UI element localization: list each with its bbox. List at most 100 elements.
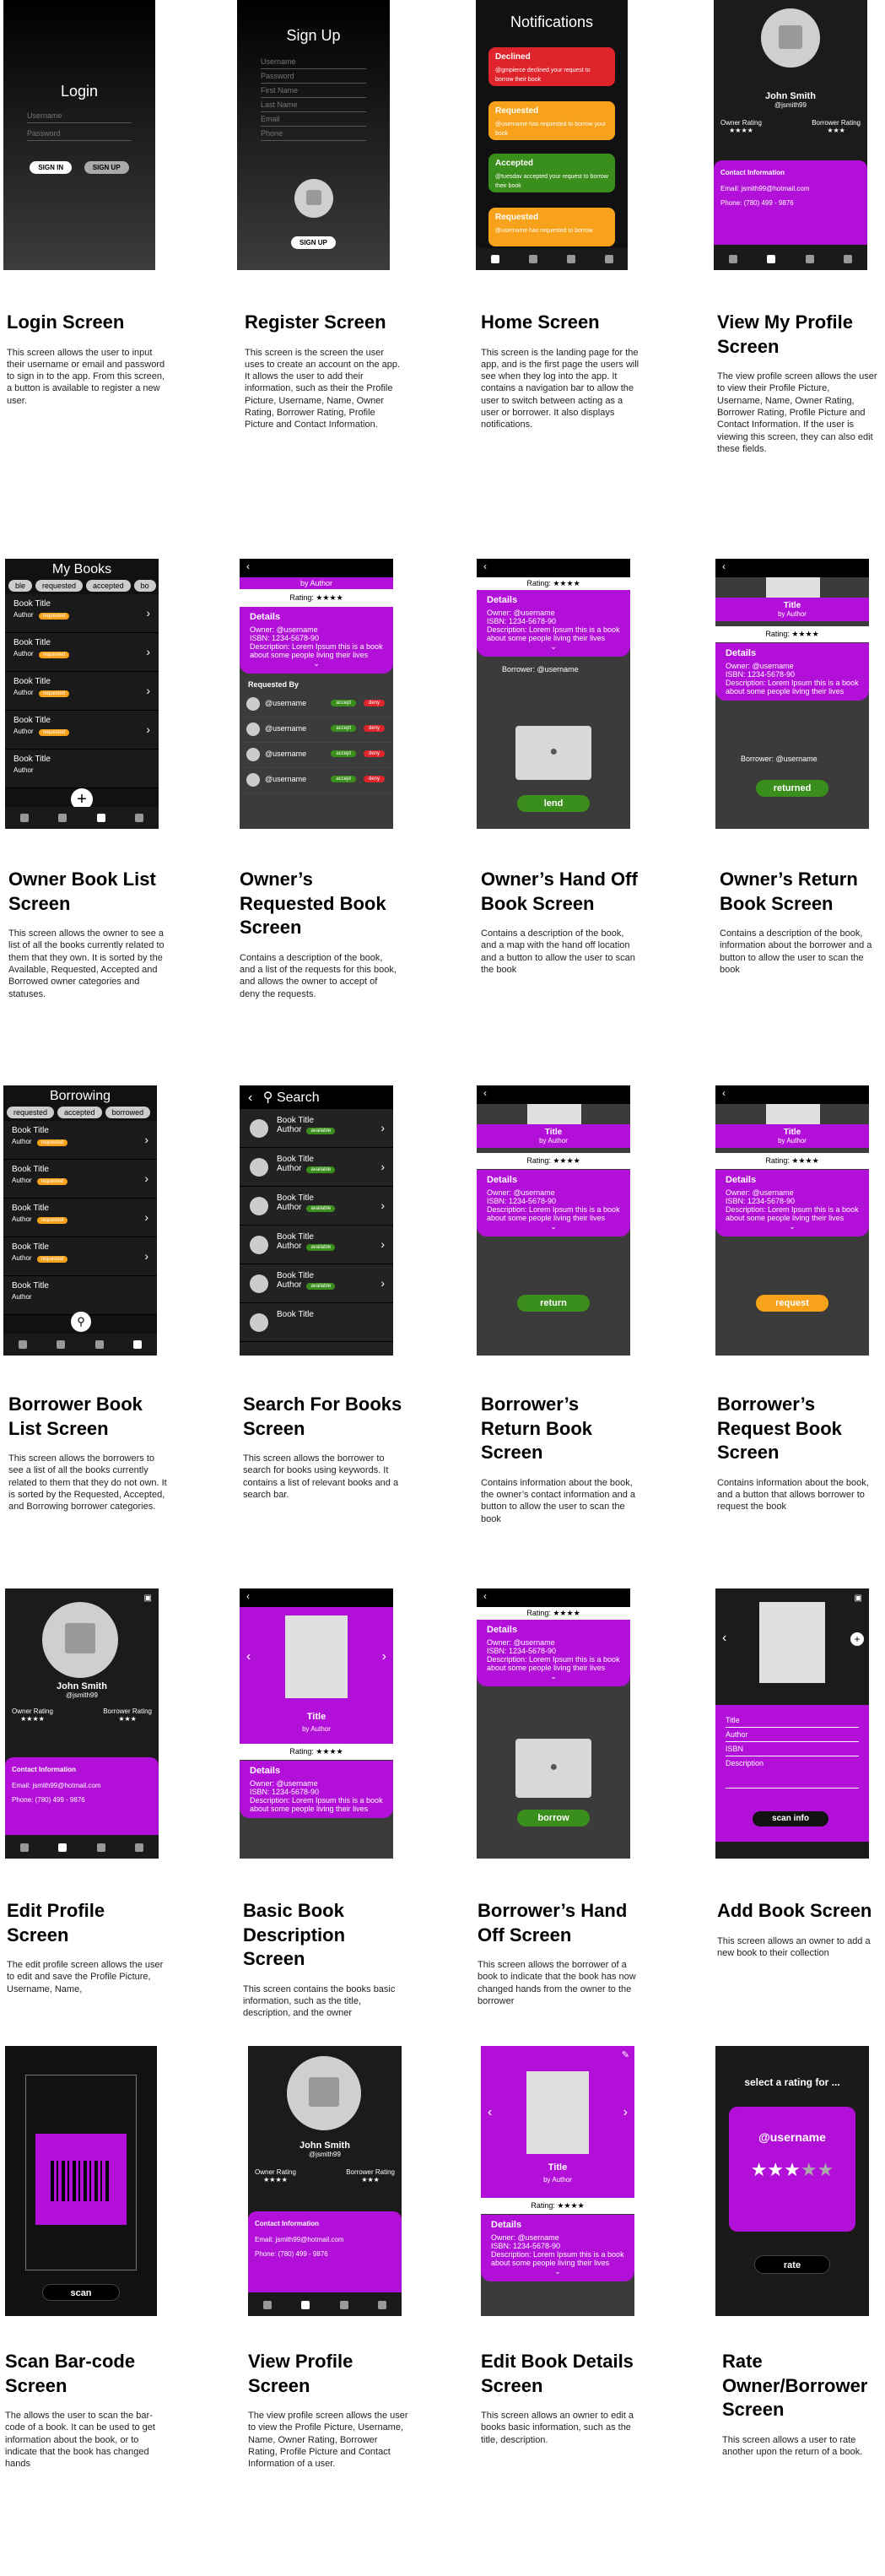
books-icon[interactable] [566, 255, 575, 263]
list-item[interactable]: Book Title Author available › [240, 1264, 393, 1303]
borrow-icon[interactable] [135, 1843, 144, 1852]
field-first-name[interactable]: First Name [261, 84, 366, 98]
field-password[interactable]: Password [261, 69, 366, 84]
books-icon[interactable] [339, 2301, 348, 2309]
borrow-icon[interactable] [604, 255, 613, 263]
contact-email[interactable]: Email: jsmith99@hotmail.com [12, 1782, 152, 1789]
tab[interactable]: accepted [57, 1107, 102, 1118]
expand-chevron-icon[interactable]: ⌄ [250, 659, 383, 668]
expand-chevron-icon[interactable]: ⌄ [487, 1222, 620, 1231]
sign-up-button[interactable]: SIGN UP [84, 161, 129, 174]
list-item[interactable]: Book Title Author available › [240, 1148, 393, 1187]
list-item[interactable]: Book Title Author available › [240, 1187, 393, 1226]
tab[interactable]: accepted [86, 580, 131, 592]
borrow-icon[interactable] [844, 255, 853, 263]
lend-button[interactable]: lend [517, 795, 590, 812]
home-icon[interactable] [19, 1843, 29, 1852]
returned-button[interactable]: returned [756, 780, 828, 797]
field-email[interactable]: Email [261, 112, 366, 127]
back-chevron-icon[interactable]: ‹ [248, 1090, 252, 1105]
scan-button[interactable]: scan [42, 2284, 120, 2301]
deny-button[interactable]: deny [363, 725, 385, 732]
back-chevron-icon[interactable]: ‹ [240, 1588, 393, 1607]
save-icon[interactable]: ▣ [855, 1594, 862, 1603]
field-description[interactable]: Description [726, 1756, 859, 1789]
book-title[interactable]: Title [481, 2162, 634, 2173]
star-rating-empty[interactable]: ★★ [801, 2159, 834, 2180]
list-item[interactable]: Book Title [240, 1303, 393, 1342]
profile-icon[interactable] [767, 255, 776, 263]
add-image-icon[interactable]: + [850, 1632, 864, 1646]
notification-requested[interactable]: Requested @username has requested to borr… [488, 101, 615, 140]
borrow-icon[interactable] [378, 2301, 387, 2309]
field-username[interactable]: Username [261, 55, 366, 69]
map-location-icon[interactable] [515, 1739, 591, 1798]
back-chevron-icon[interactable]: ‹ [477, 559, 630, 577]
tab[interactable]: ble [8, 580, 33, 592]
books-icon[interactable] [96, 814, 105, 822]
description[interactable]: Description: Lorem Ipsum this is a book … [491, 2250, 624, 2267]
chevron-left-icon[interactable]: ‹ [488, 2105, 492, 2120]
field-isbn[interactable]: ISBN [726, 1742, 859, 1756]
accept-button[interactable]: accept [331, 750, 356, 757]
books-icon[interactable] [96, 1843, 105, 1852]
expand-chevron-icon[interactable]: ⌄ [491, 2267, 624, 2276]
home-icon[interactable] [19, 814, 29, 822]
books-icon[interactable] [94, 1340, 104, 1349]
search-fab-icon[interactable]: ⚲ [71, 1312, 91, 1332]
borrow-icon[interactable] [135, 814, 144, 822]
edit-pencil-icon[interactable]: ✎ [622, 2049, 629, 2060]
list-item[interactable]: Book Title Author requested › [3, 1160, 157, 1199]
expand-chevron-icon[interactable]: ⌄ [726, 1222, 859, 1231]
book-cover-image[interactable] [526, 2071, 589, 2154]
list-item[interactable]: Book Title Author [3, 1276, 157, 1315]
password-field[interactable]: Password [27, 127, 132, 141]
tab[interactable]: requested [35, 580, 84, 592]
profile-icon[interactable] [58, 814, 67, 822]
books-icon[interactable] [805, 255, 814, 263]
profile-avatar[interactable] [42, 1602, 118, 1678]
deny-button[interactable]: deny [363, 700, 385, 706]
field-last-name[interactable]: Last Name [261, 98, 366, 112]
back-chevron-icon[interactable]: ‹ [715, 559, 869, 577]
expand-chevron-icon[interactable]: ⌄ [487, 642, 620, 652]
profile-handle[interactable]: @jsmith99 [5, 1691, 159, 1699]
isbn[interactable]: ISBN: 1234-5678-90 [491, 2242, 624, 2250]
search-bar[interactable]: ‹ ⚲ Search [240, 1085, 393, 1109]
sign-in-button[interactable]: SIGN IN [30, 161, 73, 174]
tab[interactable]: bo [133, 580, 156, 592]
avatar-upload[interactable] [294, 179, 333, 218]
home-icon[interactable] [18, 1340, 27, 1349]
list-item[interactable]: Book Title Author available › [240, 1226, 393, 1264]
chevron-right-icon[interactable]: › [382, 1649, 386, 1664]
deny-button[interactable]: deny [363, 776, 385, 782]
deny-button[interactable]: deny [363, 750, 385, 757]
list-item[interactable]: Book Title Author requested › [5, 633, 159, 672]
list-item[interactable]: Book Title Author requested › [5, 594, 159, 633]
contact-phone[interactable]: Phone: (780) 499 - 9876 [12, 1796, 152, 1804]
profile-icon[interactable] [58, 1843, 67, 1852]
chevron-left-icon[interactable]: ‹ [722, 1631, 726, 1646]
back-chevron-icon[interactable]: ‹ [715, 1085, 869, 1104]
list-item[interactable]: Book Title Author requested › [3, 1237, 157, 1276]
star-rating-filled[interactable]: ★★★ [751, 2159, 801, 2180]
profile-icon[interactable] [301, 2301, 310, 2309]
list-item[interactable]: Book Title Author requested › [5, 711, 159, 750]
expand-chevron-icon[interactable]: ⌄ [487, 1672, 620, 1681]
accept-button[interactable]: accept [331, 725, 356, 732]
profile-name[interactable]: John Smith [5, 1681, 159, 1691]
back-chevron-icon[interactable]: ‹ [477, 1085, 630, 1104]
map-location-icon[interactable] [515, 726, 591, 780]
list-item[interactable]: Book Title Author requested › [3, 1121, 157, 1160]
list-item[interactable]: Book Title Author [5, 750, 159, 788]
search-input[interactable]: Search [277, 1090, 320, 1105]
borrow-button[interactable]: borrow [517, 1810, 590, 1826]
list-item[interactable]: Book Title Author available › [240, 1109, 393, 1148]
tab[interactable]: requested [7, 1107, 55, 1118]
field-author[interactable]: Author [726, 1728, 859, 1742]
notification-accepted[interactable]: Accepted @tuesdav accepted your request t… [488, 154, 615, 192]
notification-declined[interactable]: Declined @gmpierce declined your request … [488, 47, 615, 86]
back-chevron-icon[interactable]: ‹ [240, 559, 393, 577]
return-button[interactable]: return [517, 1295, 590, 1312]
notification-requested-2[interactable]: Requested @username has requested to borr… [488, 208, 615, 246]
